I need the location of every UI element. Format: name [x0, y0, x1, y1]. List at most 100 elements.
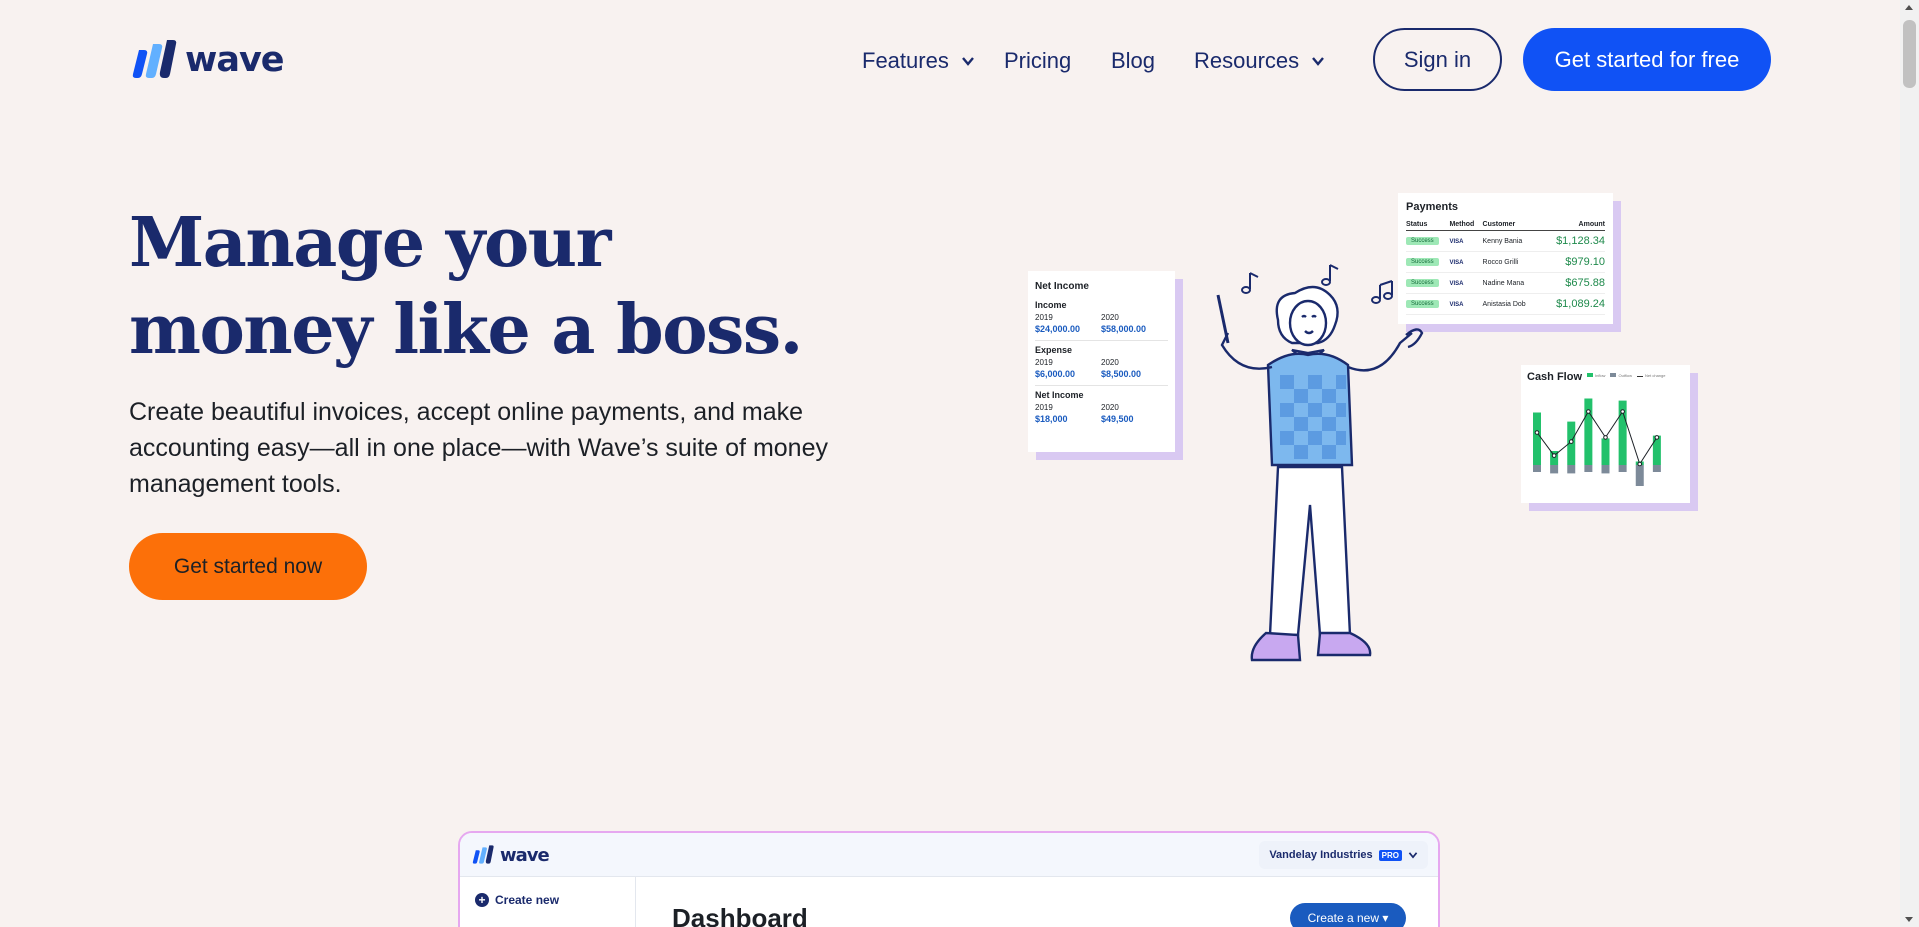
nav-features[interactable]: Features	[862, 48, 975, 74]
payment-amount: $1,128.34	[1539, 230, 1605, 252]
get-started-free-button[interactable]: Get started for free	[1523, 28, 1771, 91]
year-label: 2019	[1035, 403, 1053, 412]
dashboard-logo[interactable]: wave	[471, 844, 550, 866]
nav-blog-label: Blog	[1111, 48, 1156, 73]
amount-value: $49,500	[1101, 414, 1134, 424]
nav-blog[interactable]: Blog	[1111, 48, 1155, 74]
hero-subtitle: Create beautiful invoices, accept online…	[129, 398, 828, 498]
table-row: Success VISA Kenny Bania $1,128.34	[1406, 230, 1605, 252]
site-header: wave Features Pricing Blog Resources Sig…	[0, 0, 1900, 120]
net-change-point	[1637, 461, 1643, 467]
chevron-down-icon	[1408, 852, 1418, 859]
year-label: 2019	[1035, 313, 1053, 322]
dashboard-logo-text: wave	[500, 844, 550, 866]
payment-amount: $1,089.24	[1539, 293, 1605, 315]
cash-flow-card: Cash Flow Inflow Outflow Net change	[1521, 365, 1690, 503]
legend-label: Net change	[1645, 373, 1666, 378]
chevron-down-icon	[961, 57, 974, 66]
amount-value: $18,000	[1035, 414, 1068, 424]
net-income-section: Net Income 2019 2020 $18,000 $49,500	[1035, 390, 1168, 430]
outflow-bar	[1618, 465, 1627, 472]
nav-resources-label: Resources	[1194, 48, 1300, 73]
dashboard-heading: Dashboard	[672, 903, 808, 927]
nav-pricing[interactable]: Pricing	[1004, 48, 1071, 74]
dashboard-preview: wave Vandelay Industries PRO + Create ne…	[458, 831, 1440, 927]
nav-resources[interactable]: Resources	[1194, 48, 1325, 74]
inflow-bar	[1652, 435, 1661, 465]
amount-value: $58,000.00	[1101, 324, 1147, 334]
legend-label: Inflow	[1595, 373, 1606, 378]
get-started-now-button[interactable]: Get started now	[129, 533, 367, 600]
outflow-bar	[1652, 465, 1661, 472]
net-change-point	[1551, 453, 1557, 458]
inflow-bar	[1533, 412, 1541, 465]
section-heading: Net Income	[1035, 390, 1084, 400]
page-scrollbar[interactable]	[1900, 0, 1919, 927]
net-income-card: Net Income Income 2019 2020 $24,000.00 $58…	[1028, 271, 1175, 452]
dashboard-sidebar: + Create new	[460, 877, 636, 927]
payments-title: Payments	[1406, 201, 1458, 213]
net-change-point	[1534, 430, 1540, 435]
customer-name: Anistasia Dob	[1482, 293, 1540, 315]
outflow-bar	[1635, 465, 1644, 486]
plus-icon: +	[475, 893, 489, 907]
business-switcher[interactable]: Vandelay Industries PRO	[1259, 841, 1428, 869]
pro-badge: PRO	[1378, 849, 1402, 861]
business-name: Vandelay Industries	[1269, 849, 1373, 861]
outflow-bar	[1567, 465, 1576, 474]
wave-logo-icon	[472, 845, 494, 864]
scroll-up-arrow-icon[interactable]	[1905, 5, 1913, 10]
create-a-new-button[interactable]: Create a new ▾	[1290, 903, 1406, 927]
cash-flow-legend: Inflow Outflow Net change	[1587, 373, 1665, 378]
dashboard-topbar: wave Vandelay Industries PRO	[460, 833, 1438, 877]
year-label: 2020	[1101, 403, 1119, 412]
outflow-bar	[1584, 465, 1593, 472]
section-heading: Income	[1035, 300, 1067, 310]
year-label: 2019	[1035, 358, 1053, 367]
year-label: 2020	[1101, 313, 1119, 322]
sign-in-button[interactable]: Sign in	[1373, 28, 1502, 91]
status-badge: Success	[1406, 237, 1439, 245]
income-section: Income 2019 2020 $24,000.00 $58,000.00	[1035, 300, 1168, 341]
chevron-down-icon	[1312, 57, 1325, 66]
outflow-bar	[1550, 465, 1559, 474]
conductor-illustration	[1216, 264, 1424, 662]
section-heading: Expense	[1035, 345, 1073, 355]
inflow-bar	[1601, 438, 1610, 465]
wave-logo-text: wave	[185, 40, 285, 80]
column-header: Status	[1406, 221, 1450, 231]
nav-features-label: Features	[862, 48, 949, 73]
amount-value: $8,500.00	[1101, 369, 1142, 379]
customer-name: Nadine Mana	[1482, 272, 1540, 294]
customer-name: Kenny Bania	[1482, 230, 1540, 252]
legend-label: Outflow	[1618, 373, 1633, 378]
wave-logo[interactable]: wave	[129, 38, 285, 82]
expense-section: Expense 2019 2020 $6,000.00 $8,500.00	[1035, 345, 1168, 386]
outflow-bar	[1533, 465, 1541, 472]
column-header: Amount	[1539, 221, 1605, 231]
cash-flow-chart	[1533, 398, 1661, 486]
create-new-link[interactable]: + Create new	[475, 893, 559, 907]
hero-title-line2: money like a boss.	[129, 290, 803, 370]
amount-value: $6,000.00	[1035, 369, 1076, 379]
payment-amount: $675.88	[1539, 272, 1605, 294]
scrollbar-thumb[interactable]	[1903, 20, 1916, 88]
scroll-down-arrow-icon[interactable]	[1905, 917, 1913, 922]
column-header: Customer	[1482, 221, 1540, 231]
wave-logo-icon	[132, 40, 177, 78]
visa-icon: VISA	[1449, 238, 1464, 245]
hero-title-line1: Manage your	[129, 203, 611, 283]
create-new-label: Create new	[495, 893, 560, 907]
legend-inflow: Inflow	[1587, 373, 1605, 378]
amount-value: $24,000.00	[1035, 324, 1081, 334]
legend-net: Net change	[1637, 373, 1665, 378]
legend-outflow: Outflow	[1610, 373, 1632, 378]
net-change-point	[1568, 439, 1574, 444]
outflow-bar	[1601, 465, 1610, 474]
payment-amount: $979.10	[1539, 251, 1605, 273]
nav-pricing-label: Pricing	[1004, 48, 1072, 73]
net-change-point	[1654, 435, 1660, 440]
net-income-title: Net Income	[1035, 281, 1089, 292]
year-label: 2020	[1101, 358, 1119, 367]
net-change-point	[1620, 409, 1625, 414]
